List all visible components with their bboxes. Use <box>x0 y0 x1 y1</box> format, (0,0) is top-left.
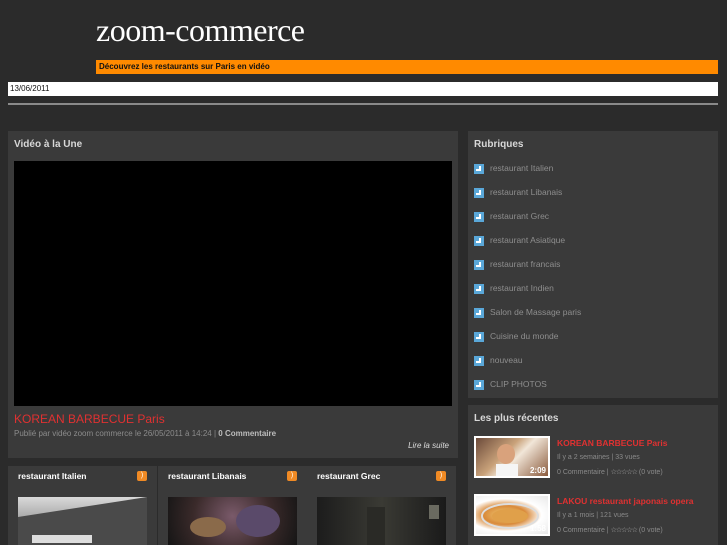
rubrique-item[interactable]: Salon de Massage paris <box>474 307 581 331</box>
rubriques-title: Rubriques <box>474 139 524 150</box>
category-image[interactable] <box>168 497 297 545</box>
recent-videos-title: Les plus récentes <box>474 413 559 424</box>
arrow-icon <box>474 212 484 222</box>
recent-video-rating: 0 Commentaire | ☆☆☆☆☆ (0 vote) <box>557 469 663 476</box>
rubrique-label: restaurant Indien <box>490 283 554 293</box>
video-player[interactable] <box>14 161 452 406</box>
rubrique-item[interactable]: CLIP PHOTOS <box>474 379 581 403</box>
arrow-icon <box>474 284 484 294</box>
rubrique-label: Cuisine du monde <box>490 331 559 341</box>
video-thumbnail[interactable]: 2:09 <box>474 436 550 478</box>
arrow-icon <box>474 380 484 390</box>
date-bar: 13/06/2011 <box>8 82 718 96</box>
rss-icon[interactable]: ) <box>436 471 446 481</box>
restaurant-interior-image <box>367 505 439 545</box>
category-title[interactable]: restaurant Grec <box>317 471 380 481</box>
recent-video-comments[interactable]: 0 Commentaire <box>557 527 605 534</box>
video-meta: Publié par vidéo zoom commerce le 26/05/… <box>14 429 276 438</box>
rubrique-item[interactable]: nouveau <box>474 355 581 379</box>
arrow-icon <box>474 164 484 174</box>
recent-video-meta: Il y a 1 mois | 121 vues <box>557 512 629 519</box>
video-duration: 2:09 <box>529 466 546 475</box>
category-image[interactable] <box>18 497 147 545</box>
category-panel-italien: restaurant Italien ) <box>8 466 157 545</box>
rubrique-item[interactable]: restaurant Libanais <box>474 187 581 211</box>
rating-stars-icon[interactable]: ☆☆☆☆☆ <box>611 469 638 476</box>
rubrique-item[interactable]: restaurant Grec <box>474 211 581 235</box>
site-logo[interactable]: zoom-commerce <box>96 12 305 49</box>
category-panel-grec: restaurant Grec ) <box>307 466 456 545</box>
rubrique-item[interactable]: restaurant francais <box>474 259 581 283</box>
storefront-image <box>18 497 147 545</box>
rubrique-label: restaurant Asiatique <box>490 235 566 245</box>
tagline-banner: Découvrez les restaurants sur Paris en v… <box>96 60 718 74</box>
recent-video-meta: Il y a 2 semaines | 33 vues <box>557 454 640 461</box>
video-comments-link[interactable]: 0 Commentaire <box>218 429 276 438</box>
recent-video-title[interactable]: KOREAN BARBECUE Paris <box>557 438 668 448</box>
arrow-icon <box>474 308 484 318</box>
recent-video-item[interactable]: 2:09 KOREAN BARBECUE Paris Il y a 2 sema… <box>474 436 718 486</box>
rubrique-label: restaurant francais <box>490 259 561 269</box>
rubriques-list: restaurant Italien restaurant Libanais r… <box>474 163 581 403</box>
arrow-icon <box>474 356 484 366</box>
video-thumbnail[interactable]: 1:58 <box>474 494 550 536</box>
category-panel-libanais: restaurant Libanais ) <box>158 466 307 545</box>
rubrique-label: nouveau <box>490 355 523 365</box>
rubrique-item[interactable]: Cuisine du monde <box>474 331 581 355</box>
rubrique-label: restaurant Grec <box>490 211 550 221</box>
arrow-icon <box>474 260 484 270</box>
recent-video-votes: (0 vote) <box>638 527 663 534</box>
featured-video-panel: Vidéo à la Une KOREAN BARBECUE Paris Pub… <box>8 131 458 458</box>
arrow-icon <box>474 188 484 198</box>
recent-video-comments[interactable]: 0 Commentaire <box>557 469 605 476</box>
video-duration: 1:58 <box>529 524 546 533</box>
recent-video-item[interactable]: 1:58 LAKOU restaurant japonais opera Il … <box>474 494 718 544</box>
rubrique-label: Salon de Massage paris <box>490 307 582 317</box>
video-publish-info: Publié par vidéo zoom commerce le 26/05/… <box>14 429 219 438</box>
recent-video-title[interactable]: LAKOU restaurant japonais opera <box>557 496 694 506</box>
read-more-link[interactable]: Lire la suite <box>408 441 449 450</box>
video-headline-link[interactable]: KOREAN BARBECUE Paris <box>14 412 165 426</box>
category-image[interactable] <box>317 497 446 545</box>
rubrique-item[interactable]: restaurant Asiatique <box>474 235 581 259</box>
category-title[interactable]: restaurant Libanais <box>168 471 246 481</box>
header-divider <box>8 103 718 105</box>
rss-icon[interactable]: ) <box>137 471 147 481</box>
featured-video-title: Vidéo à la Une <box>14 139 83 150</box>
rubrique-label: restaurant Italien <box>490 163 554 173</box>
recent-video-votes: (0 vote) <box>638 469 663 476</box>
arrow-icon <box>474 332 484 342</box>
kitchen-image <box>190 505 280 537</box>
rss-icon[interactable]: ) <box>287 471 297 481</box>
recent-videos-panel: Les plus récentes 2:09 KOREAN BARBECUE P… <box>468 405 718 545</box>
recent-video-rating: 0 Commentaire | ☆☆☆☆☆ (0 vote) <box>557 527 663 534</box>
rubrique-item[interactable]: restaurant Italien <box>474 163 581 187</box>
category-title[interactable]: restaurant Italien <box>18 471 87 481</box>
rubriques-panel: Rubriques restaurant Italien restaurant … <box>468 131 718 398</box>
rubrique-label: restaurant Libanais <box>490 187 563 197</box>
rating-stars-icon[interactable]: ☆☆☆☆☆ <box>611 527 638 534</box>
rubrique-label: CLIP PHOTOS <box>490 379 547 389</box>
arrow-icon <box>474 236 484 246</box>
rubrique-item[interactable]: restaurant Indien <box>474 283 581 307</box>
